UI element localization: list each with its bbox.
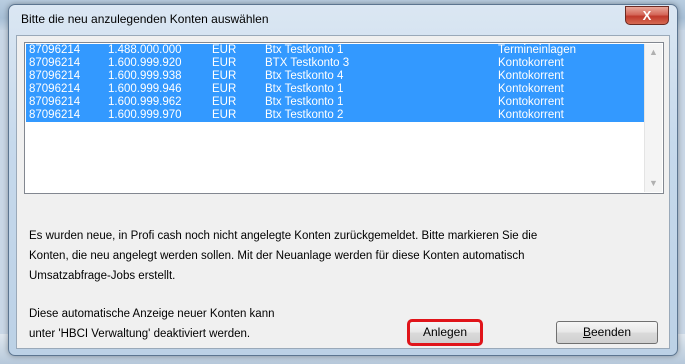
account-amount: 1.600.999.920 — [108, 57, 182, 69]
dialog-content: 87096214 1.488.000.000 EUR Btx Testkonto… — [16, 35, 670, 349]
info-text: Es wurden neue, in Profi cash noch nicht… — [29, 226, 659, 286]
account-number: 87096214 — [29, 109, 81, 121]
account-type: Kontokorrent — [498, 57, 564, 69]
close-button-mnemonic: B — [582, 325, 591, 339]
close-button[interactable]: Beenden — [556, 321, 658, 344]
account-list[interactable]: 87096214 1.488.000.000 EUR Btx Testkonto… — [24, 42, 664, 194]
account-row[interactable]: 87096214 1.600.999.970 EUR Btx Testkonto… — [26, 109, 645, 122]
account-row[interactable]: 87096214 1.600.999.946 EUR Btx Testkonto… — [26, 83, 645, 96]
footer-note: Diese automatische Anzeige neuer Konten … — [29, 304, 329, 344]
account-currency: EUR — [212, 57, 237, 69]
account-number: 87096214 — [29, 96, 81, 108]
chevron-down-icon[interactable]: ▼ — [645, 175, 662, 192]
account-selection-dialog: Bitte die neu anzulegenden Konten auswäh… — [8, 4, 678, 356]
account-name: Btx Testkonto 1 — [265, 44, 344, 56]
account-currency: EUR — [212, 44, 237, 56]
account-currency: EUR — [212, 109, 237, 121]
account-name: BTX Testkonto 3 — [265, 57, 350, 69]
title-bar[interactable]: Bitte die neu anzulegenden Konten auswäh… — [9, 5, 677, 31]
dialog-title: Bitte die neu anzulegenden Konten auswäh… — [21, 12, 269, 26]
create-button-label: Anlegen — [422, 325, 468, 339]
account-amount: 1.600.999.938 — [108, 70, 182, 82]
account-number: 87096214 — [29, 83, 81, 95]
account-row[interactable]: 87096214 1.600.999.938 EUR Btx Testkonto… — [26, 70, 645, 83]
account-row[interactable]: 87096214 1.488.000.000 EUR Btx Testkonto… — [26, 44, 645, 57]
close-button-label: eenden — [590, 325, 632, 339]
account-currency: EUR — [212, 83, 237, 95]
footer-line: unter 'HBCI Verwaltung' deaktiviert werd… — [29, 328, 251, 340]
account-number: 87096214 — [29, 44, 81, 56]
create-accounts-button[interactable]: Anlegen — [407, 319, 483, 346]
account-amount: 1.600.999.962 — [108, 96, 182, 108]
account-type: Kontokorrent — [498, 109, 564, 121]
account-name: Btx Testkonto 1 — [265, 96, 344, 108]
account-type: Kontokorrent — [498, 96, 564, 108]
chevron-up-icon[interactable]: ▲ — [645, 44, 662, 61]
info-line: Umsatzabfrage-Jobs erstellt. — [29, 270, 176, 282]
account-amount: 1.600.999.946 — [108, 83, 182, 95]
account-type: Kontokorrent — [498, 70, 564, 82]
account-row[interactable]: 87096214 1.600.999.920 EUR BTX Testkonto… — [26, 57, 645, 70]
close-icon: X — [642, 8, 652, 23]
account-type: Kontokorrent — [498, 83, 564, 95]
account-name: Btx Testkonto 4 — [265, 70, 344, 82]
account-type: Termineinlagen — [498, 44, 576, 56]
footer-line: Diese automatische Anzeige neuer Konten … — [29, 308, 275, 320]
account-name: Btx Testkonto 2 — [265, 109, 344, 121]
account-number: 87096214 — [29, 70, 81, 82]
account-amount: 1.488.000.000 — [108, 44, 182, 56]
account-name: Btx Testkonto 1 — [265, 83, 344, 95]
account-rows: 87096214 1.488.000.000 EUR Btx Testkonto… — [26, 44, 645, 122]
account-row[interactable]: 87096214 1.600.999.962 EUR Btx Testkonto… — [26, 96, 645, 109]
list-scrollbar[interactable]: ▲ ▼ — [644, 44, 662, 192]
info-line: Konten, die neu angelegt werden sollen. … — [29, 250, 525, 262]
account-number: 87096214 — [29, 57, 81, 69]
account-currency: EUR — [212, 96, 237, 108]
info-line: Es wurden neue, in Profi cash noch nicht… — [29, 230, 538, 242]
account-amount: 1.600.999.970 — [108, 109, 182, 121]
account-currency: EUR — [212, 70, 237, 82]
close-window-button[interactable]: X — [625, 6, 669, 25]
